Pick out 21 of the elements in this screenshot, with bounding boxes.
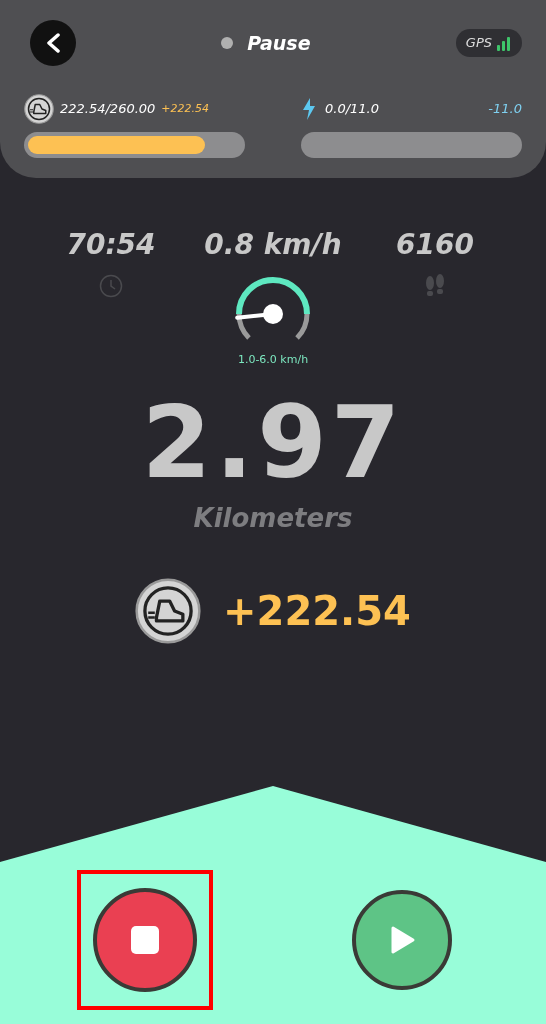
stat-value: 70:54 (66, 227, 156, 263)
back-icon (45, 33, 61, 53)
energy-reading: 0.0/11.0 (325, 100, 380, 119)
stop-icon (130, 926, 159, 954)
clock-icon (99, 274, 123, 298)
status-label: Pause (247, 30, 311, 56)
back-button[interactable] (30, 20, 76, 66)
stat-value: 6160 (396, 227, 474, 263)
distance-value: 2.97 (141, 392, 405, 493)
gps-label: GPS (465, 34, 492, 53)
signal-icon (496, 35, 512, 51)
coin-icon (24, 94, 54, 124)
coin-icon (135, 577, 202, 644)
coin-gain: +222.54 (161, 100, 210, 117)
energy-change: -11.0 (488, 100, 522, 119)
earned-amount: +222.54 (223, 586, 411, 636)
speed-range: 1.0-6.0 km/h (237, 352, 309, 368)
distance-unit: Kilometers (193, 501, 353, 535)
stat-value: 0.8 km/h (204, 227, 342, 263)
coin-reading: 222.54/260.00 (60, 100, 156, 119)
lightning-icon (301, 97, 317, 121)
